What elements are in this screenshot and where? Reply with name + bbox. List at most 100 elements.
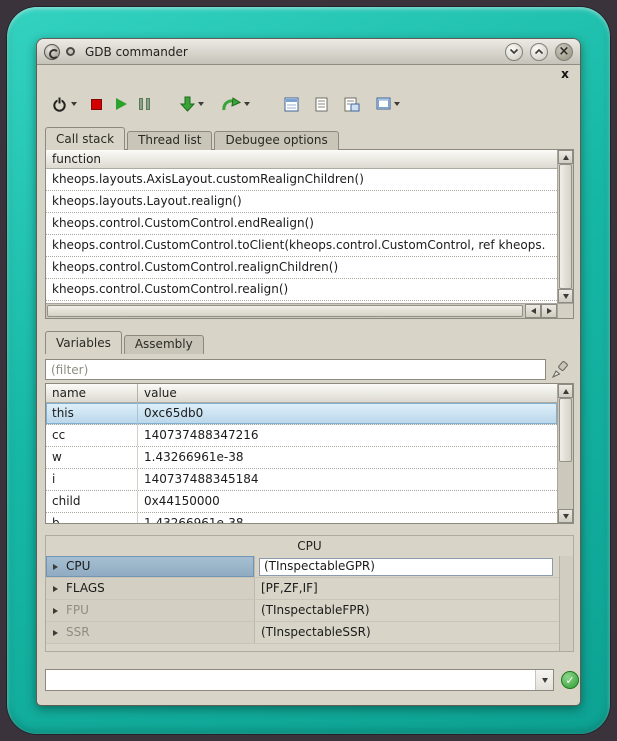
pin-icon[interactable] [66,47,75,56]
register-name-cell: SSR [46,622,255,643]
call-stack-row[interactable]: kheops.layouts.AxisLayout.customRealignC… [46,169,557,191]
tab-assembly[interactable]: Assembly [124,335,204,354]
column-header-value[interactable]: value [138,384,183,402]
column-header-name[interactable]: name [46,384,138,402]
window-title: GDB commander [85,45,188,59]
command-input[interactable] [46,670,535,690]
register-row-cpu[interactable]: CPU (TInspectableGPR) [46,556,559,578]
arrow-down-icon [180,96,195,112]
call-stack-row[interactable]: kheops.control.CustomControl.toClient(kh… [46,235,557,257]
power-icon [51,96,68,113]
expander-icon[interactable] [46,630,64,636]
pause-icon [139,98,150,110]
variable-name: cc [46,425,138,446]
register-name: FPU [64,600,89,621]
register-name: SSR [64,622,90,643]
variables-list: this 0xc65db0 cc 140737488347216 w 1.432… [46,403,557,523]
edit-filter-button[interactable] [548,359,570,381]
arrow-left-icon [531,308,536,314]
tab-call-stack[interactable]: Call stack [45,127,125,150]
variable-row[interactable]: b 1.43266961e-38 [46,513,557,523]
dock-close-button[interactable]: x [559,68,571,80]
inspect-window-button[interactable] [342,91,362,117]
tab-debugee-options[interactable]: Debugee options [214,131,338,150]
run-to-cursor-button[interactable] [220,91,252,117]
arrow-right-icon [547,308,552,314]
horizontal-scrollbar[interactable] [46,303,557,318]
vertical-scrollbar[interactable] [557,384,573,523]
debug-windows-button[interactable] [374,91,402,117]
minimize-button[interactable] [505,43,523,61]
chevron-down-icon [509,48,519,55]
expander-icon[interactable] [46,586,64,592]
maximize-button[interactable] [530,43,548,61]
register-value-editor[interactable]: (TInspectableGPR) [259,558,553,576]
tab-variables[interactable]: Variables [45,331,122,354]
call-stack-row[interactable]: kheops.control.CustomControl.realign() [46,279,557,301]
variable-row[interactable]: w 1.43266961e-38 [46,447,557,469]
power-button[interactable] [49,91,79,117]
monitor-icon [376,97,391,111]
expander-icon[interactable] [46,564,64,570]
expander-icon[interactable] [46,608,64,614]
variables-header[interactable]: name value [46,384,557,403]
dropdown-arrow-icon [394,102,400,106]
register-row-flags[interactable]: FLAGS [PF,ZF,IF] [46,578,559,600]
scroll-up-button[interactable] [558,150,573,164]
register-name-cell: FPU [46,600,255,621]
scrollbar-thumb[interactable] [47,305,523,317]
vertical-scrollbar[interactable] [557,150,573,303]
scrollbar-corner [557,303,573,318]
variable-value: 140737488345184 [138,469,557,490]
call-stack-header[interactable]: function [46,150,557,169]
curved-arrow-icon [222,97,241,112]
stop-button[interactable] [89,91,104,117]
call-stack-row[interactable]: kheops.control.CustomControl.endRealign(… [46,213,557,235]
variable-value: 140737488347216 [138,425,557,446]
variable-name: i [46,469,138,490]
column-header-function[interactable]: function [46,150,107,168]
command-combobox[interactable] [45,669,554,691]
scroll-down-button[interactable] [558,509,573,523]
scroll-left-button[interactable] [525,304,541,318]
register-value-cell: [PF,ZF,IF] [255,578,559,599]
chevron-up-icon [534,48,544,55]
cpu-register-tree: CPU (TInspectableGPR) FLAGS [PF,ZF,IF] [46,556,559,651]
close-icon: × [559,45,570,58]
log-window-button[interactable] [313,91,330,117]
run-button[interactable] [114,91,129,117]
output-window-button[interactable] [282,91,301,117]
filter-input[interactable] [45,359,546,380]
scroll-down-button[interactable] [558,289,573,303]
variable-name: child [46,491,138,512]
variable-row[interactable]: cc 140737488347216 [46,425,557,447]
variable-row[interactable]: this 0xc65db0 [46,403,557,425]
variable-row[interactable]: i 140737488345184 [46,469,557,491]
application-icon[interactable] [44,44,60,60]
variable-value: 0x44150000 [138,491,557,512]
close-button[interactable]: × [555,43,573,61]
dropdown-arrow-icon [244,102,250,106]
scroll-up-button[interactable] [558,384,573,398]
tab-thread-list[interactable]: Thread list [127,131,212,150]
filter-row [45,359,572,381]
desktop-background: { "window": { "title": "GDB commander", … [0,0,617,741]
register-row-ssr[interactable]: SSR (TInspectableSSR) [46,622,559,644]
scrollbar-thumb[interactable] [559,398,572,462]
titlebar[interactable]: GDB commander × [37,39,580,65]
confirm-button[interactable]: ✓ [561,671,579,689]
variable-row[interactable]: child 0x44150000 [46,491,557,513]
cpu-scrollbar-track[interactable] [559,556,573,651]
register-value: (TInspectableFPR) [261,600,370,621]
register-row-fpu[interactable]: FPU (TInspectableFPR) [46,600,559,622]
register-value-cell: (TInspectableSSR) [255,622,559,643]
pause-button[interactable] [137,91,152,117]
dropdown-arrow-icon [198,102,204,106]
combo-dropdown-button[interactable] [535,670,553,690]
call-stack-row[interactable]: kheops.layouts.Layout.realign() [46,191,557,213]
scroll-right-button[interactable] [541,304,557,318]
scrollbar-thumb[interactable] [559,164,572,289]
stack-tabbar: Call stack Thread list Debugee options [45,127,341,150]
call-stack-row[interactable]: kheops.control.CustomControl.realignChil… [46,257,557,279]
step-into-button[interactable] [178,91,206,117]
